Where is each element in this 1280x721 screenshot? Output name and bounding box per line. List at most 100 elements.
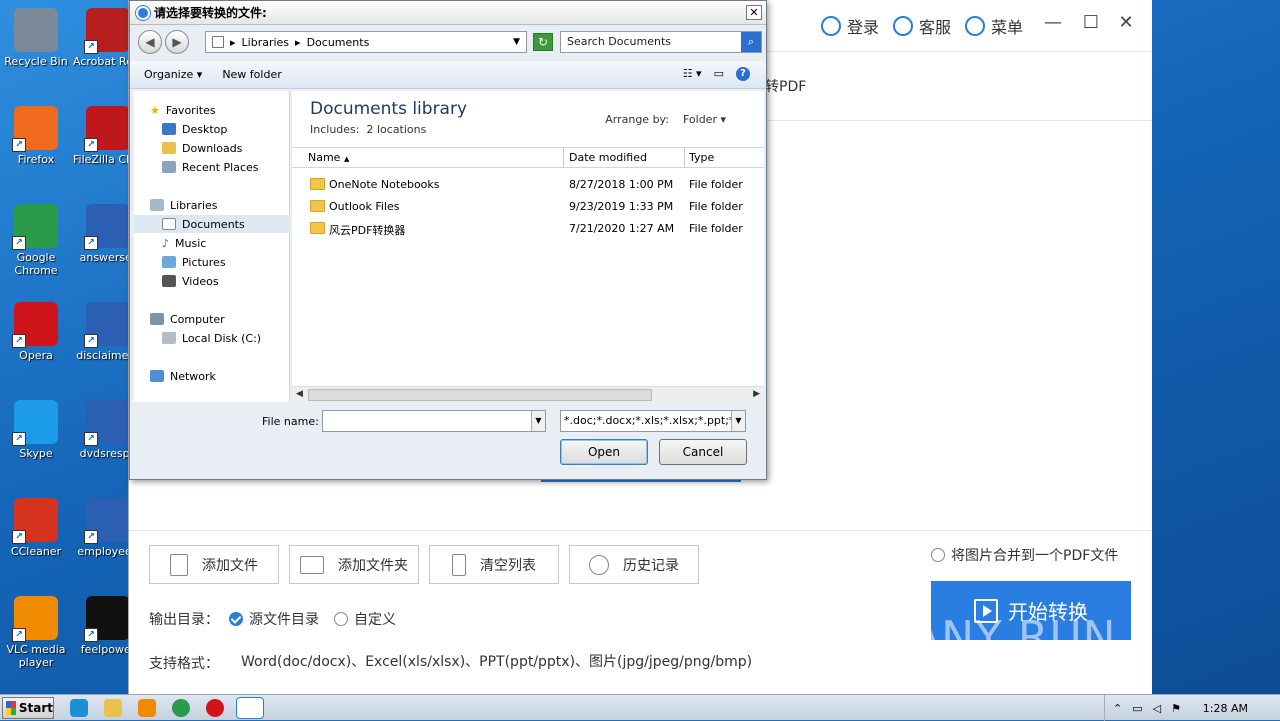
chrome-icon[interactable] [172, 699, 190, 717]
desktop-icon-ccleaner[interactable]: ↗ CCleaner [0, 498, 72, 558]
source-dir-radio[interactable] [229, 612, 243, 626]
forward-icon[interactable]: ▶ [165, 30, 189, 54]
nav-libraries[interactable]: Libraries [150, 196, 218, 214]
nav-documents[interactable]: Documents [134, 215, 290, 233]
desktop-icon [162, 123, 176, 135]
column-date[interactable]: Date modified [569, 151, 647, 164]
chevron-down-icon[interactable]: ▼ [513, 37, 520, 47]
search-icon[interactable]: ⌕ [741, 32, 761, 52]
start-button[interactable]: Start [2, 697, 54, 719]
desktop-icon-google-chrome[interactable]: ↗ Google Chrome [0, 204, 72, 277]
maximize-icon[interactable]: ☐ [1079, 12, 1103, 33]
file-date: 7/21/2020 1:27 AM [569, 222, 675, 235]
chevron-down-icon[interactable]: ▼ [531, 411, 545, 431]
merge-images-option[interactable]: 将图片合并到一个PDF文件 [931, 545, 1118, 565]
address-bar[interactable]: ▸ Libraries ▸ Documents ▼ [205, 31, 527, 53]
flag-icon[interactable]: ⚑ [1171, 702, 1181, 715]
library-title: Documents library [310, 99, 468, 119]
nav-downloads[interactable]: Downloads [162, 139, 242, 157]
history-button[interactable]: 历史记录 [569, 545, 699, 584]
nav-computer[interactable]: Computer [150, 310, 225, 328]
refresh-icon[interactable]: ↻ [533, 33, 553, 51]
view-options-icon[interactable]: ☷ ▾ [683, 67, 702, 81]
locations-link[interactable]: 2 locations [366, 123, 426, 136]
column-divider[interactable] [684, 148, 685, 168]
pictures-icon [162, 256, 176, 268]
desktop-icon-skype[interactable]: ↗ Skype [0, 400, 72, 460]
add-folder-button[interactable]: 添加文件夹 [289, 545, 419, 584]
horizontal-scrollbar[interactable]: ◀ ▶ [292, 386, 764, 402]
add-file-button[interactable]: 添加文件 [149, 545, 279, 584]
merge-radio[interactable] [931, 548, 945, 562]
nav-network[interactable]: Network [150, 367, 216, 385]
service-button[interactable]: 客服 [893, 14, 951, 38]
custom-dir-option[interactable]: 自定义 [334, 609, 396, 629]
show-hidden-icon[interactable]: ⌃ [1113, 702, 1122, 715]
file-row[interactable]: 风云PDF转换器 7/21/2020 1:27 AM File folder [292, 219, 764, 239]
volume-icon[interactable]: ◁ [1153, 702, 1161, 715]
source-dir-option[interactable]: 源文件目录 [229, 609, 319, 629]
desktop-icon-firefox[interactable]: ↗ Firefox [0, 106, 72, 166]
file-add-icon [170, 553, 188, 576]
ie-icon[interactable] [70, 699, 88, 717]
library-icon [212, 36, 224, 48]
scroll-left-icon[interactable]: ◀ [296, 389, 303, 399]
clear-list-button[interactable]: 清空列表 [429, 545, 559, 584]
open-button[interactable]: Open [560, 439, 648, 465]
file-type: File folder [689, 178, 743, 191]
minimize-icon[interactable]: — [1041, 12, 1065, 33]
arrange-by-dropdown[interactable]: Folder ▾ [683, 113, 726, 126]
computer-icon [150, 313, 164, 325]
cancel-button[interactable]: Cancel [659, 439, 747, 465]
desktop-icon-recycle-bin[interactable]: Recycle Bin [0, 8, 72, 68]
media-player-icon[interactable] [138, 699, 156, 717]
close-icon[interactable]: ✕ [746, 5, 762, 20]
nav-music[interactable]: ♪ Music [162, 234, 206, 252]
file-row[interactable]: OneNote Notebooks 8/27/2018 1:00 PM File f… [292, 175, 764, 195]
open-file-dialog: 请选择要转换的文件: ✕ ◀ ▶ ▸ Libraries ▸ Documents… [129, 0, 767, 480]
chevron-down-icon[interactable]: ▼ [731, 411, 745, 431]
search-input[interactable]: Search Documents ⌕ [560, 31, 762, 53]
column-divider[interactable] [563, 148, 564, 168]
nav-desktop[interactable]: Desktop [162, 120, 227, 138]
taskbar: Start ⌃ ▭ ◁ ⚑ 1:28 AM [0, 694, 1280, 721]
clock[interactable]: 1:28 AM [1203, 702, 1248, 715]
help-icon[interactable]: ? [736, 67, 750, 81]
organize-button[interactable]: Organize ▾ [144, 68, 202, 81]
breadcrumb-libraries[interactable]: Libraries [242, 36, 290, 49]
opera-icon[interactable] [206, 699, 224, 717]
preview-pane-icon[interactable]: ▭ [714, 67, 724, 81]
documents-icon [162, 218, 176, 230]
menu-button[interactable]: 菜单 [965, 14, 1023, 38]
back-icon[interactable]: ◀ [138, 30, 162, 54]
file-name-input[interactable]: ▼ [322, 410, 546, 432]
converter-app-taskbar-icon[interactable] [236, 697, 264, 719]
file-type-select[interactable]: *.doc;*.docx;*.xls;*.xlsx;*.ppt;*.p ▼ [560, 410, 746, 432]
new-folder-button[interactable]: New folder [222, 68, 281, 81]
close-icon[interactable]: ✕ [1114, 12, 1138, 33]
nav-recent-places[interactable]: Recent Places [162, 158, 259, 176]
nav-local-disk[interactable]: Local Disk (C:) [162, 329, 261, 347]
custom-radio[interactable] [334, 612, 348, 626]
nav-favorites[interactable]: ★ Favorites [150, 101, 216, 119]
nav-pictures[interactable]: Pictures [162, 253, 226, 271]
action-center-icon[interactable]: ▭ [1132, 702, 1142, 715]
scroll-thumb[interactable] [308, 389, 652, 401]
scroll-right-icon[interactable]: ▶ [753, 389, 760, 399]
explorer-icon[interactable] [104, 699, 122, 717]
desktop-icon-opera[interactable]: ↗ Opera [0, 302, 72, 362]
desktop-icon-label: Opera [19, 349, 53, 362]
login-button[interactable]: 登录 [821, 14, 879, 38]
file-row[interactable]: Outlook Files 9/23/2019 1:33 PM File folde… [292, 197, 764, 217]
column-type[interactable]: Type [689, 151, 714, 164]
shortcut-arrow-icon: ↗ [84, 40, 98, 54]
recent-places-icon [162, 161, 176, 173]
shortcut-arrow-icon: ↗ [84, 628, 98, 642]
breadcrumb-documents[interactable]: Documents [307, 36, 370, 49]
app-icon: ↗ [12, 596, 58, 642]
nav-videos[interactable]: Videos [162, 272, 219, 290]
desktop-icon-vlc-media-player[interactable]: ↗ VLC media player [0, 596, 72, 669]
menu-icon [965, 16, 985, 36]
breadcrumb-chevron-icon: ▸ [295, 35, 301, 49]
column-name[interactable]: Name ▲ [308, 151, 349, 164]
